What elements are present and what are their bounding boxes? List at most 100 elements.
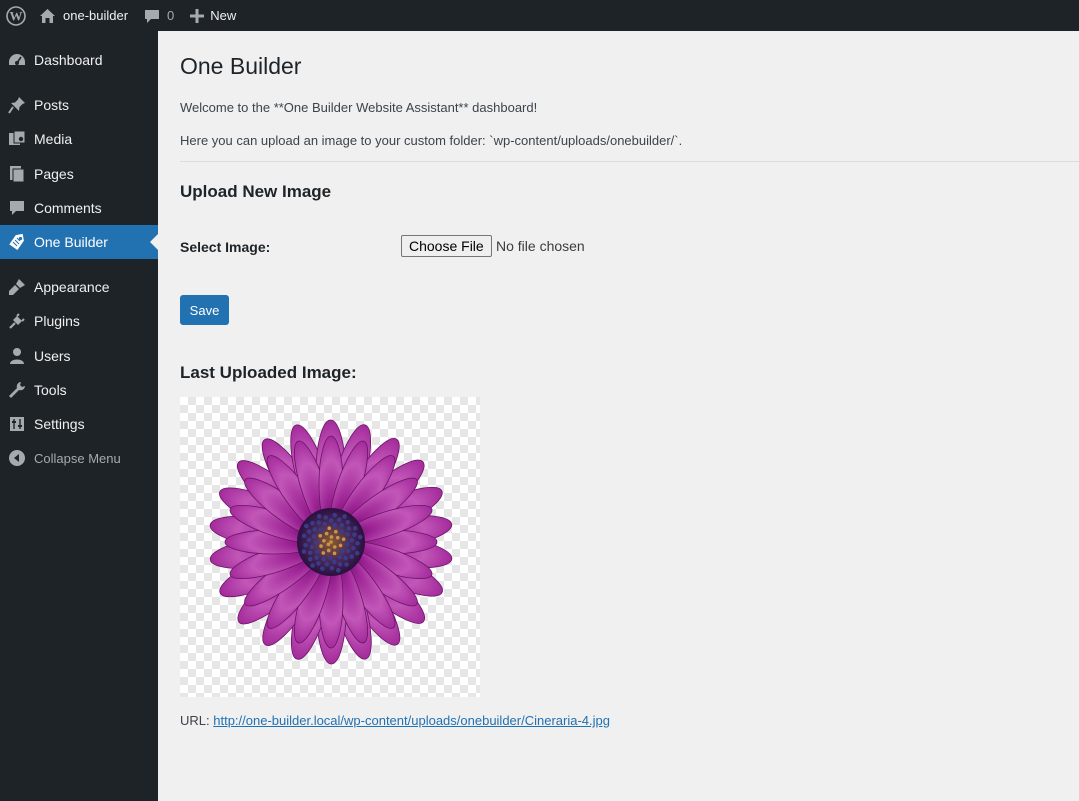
- comments-count: 0: [167, 8, 175, 23]
- floret: [344, 562, 349, 567]
- floret: [352, 532, 357, 538]
- floret: [318, 533, 323, 538]
- menu-item-media[interactable]: Media: [0, 122, 158, 156]
- floret: [327, 526, 332, 531]
- floret: [332, 522, 338, 528]
- image-url-link[interactable]: http://one-builder.local/wp-content/uplo…: [213, 713, 610, 728]
- svg-text:W: W: [9, 8, 22, 23]
- floret: [309, 544, 315, 550]
- floret: [303, 542, 308, 548]
- floret: [355, 541, 360, 546]
- floret: [314, 555, 319, 560]
- floret: [349, 554, 354, 559]
- floret: [301, 533, 307, 539]
- floret: [336, 517, 342, 522]
- pin-icon: [0, 88, 34, 122]
- floret: [304, 523, 309, 529]
- floret: [316, 520, 322, 525]
- floret: [339, 522, 345, 528]
- floret: [332, 559, 337, 565]
- wordpress-logo-icon[interactable]: W: [0, 0, 31, 31]
- floret: [319, 544, 323, 548]
- user-icon: [0, 339, 34, 373]
- plug-icon: [0, 304, 34, 338]
- floret: [349, 537, 355, 543]
- floret: [324, 562, 330, 567]
- menu-item-comments[interactable]: Comments: [0, 191, 158, 225]
- menu-item-posts[interactable]: Posts: [0, 88, 158, 122]
- comments-link[interactable]: 0: [136, 0, 182, 31]
- floret: [316, 514, 322, 519]
- floret: [345, 520, 351, 525]
- welcome-text: Welcome to the **One Builder Website Ass…: [180, 100, 538, 115]
- floret: [345, 548, 351, 554]
- menu-item-tools[interactable]: Tools: [0, 373, 158, 407]
- floret: [328, 518, 334, 523]
- menu-item-settings[interactable]: Settings: [0, 407, 158, 441]
- floret: [321, 556, 327, 562]
- brush-icon: [0, 270, 34, 304]
- collapse-menu-button[interactable]: Collapse Menu: [0, 441, 158, 475]
- save-button[interactable]: Save: [180, 295, 229, 325]
- home-icon: [39, 8, 56, 24]
- menu-item-users[interactable]: Users: [0, 339, 158, 373]
- floret: [323, 515, 329, 520]
- floret: [332, 512, 338, 518]
- floret: [334, 529, 338, 534]
- plus-icon: [190, 8, 205, 23]
- menu-item-dashboard[interactable]: Dashboard: [0, 43, 158, 77]
- menu-item-plugins[interactable]: Plugins: [0, 304, 158, 338]
- floret: [322, 538, 326, 543]
- comment-icon: [0, 191, 34, 225]
- floret: [301, 549, 307, 554]
- floret: [335, 535, 340, 540]
- site-name: one-builder: [63, 8, 129, 23]
- floret: [338, 543, 343, 548]
- divider: [180, 161, 1079, 162]
- page-title: One Builder: [180, 53, 302, 79]
- floret: [337, 561, 343, 567]
- floret: [346, 526, 352, 531]
- menu-item-pages[interactable]: Pages: [0, 157, 158, 191]
- floret: [342, 514, 347, 519]
- upload-instructions: Here you can upload an image to your cus…: [180, 133, 683, 148]
- choose-file-button[interactable]: Choose File: [401, 235, 492, 257]
- floret: [345, 532, 350, 537]
- floret: [329, 540, 333, 544]
- menu-item-appearance[interactable]: Appearance: [0, 270, 158, 304]
- main-content: One Builder Welcome to the **One Builder…: [158, 31, 1079, 801]
- floret: [341, 537, 346, 542]
- floret: [313, 540, 319, 545]
- floret: [344, 541, 350, 547]
- flower-image: [209, 419, 453, 665]
- admin-sidebar: Dashboard Posts Media Pages Comments One…: [0, 31, 158, 801]
- floret: [329, 535, 334, 539]
- new-content-link[interactable]: New: [182, 0, 244, 31]
- floret: [352, 526, 358, 531]
- floret: [314, 549, 320, 554]
- menu-item-one-builder[interactable]: One Builder: [0, 225, 158, 259]
- floret: [357, 534, 363, 540]
- floret: [327, 555, 333, 560]
- floret: [332, 551, 337, 556]
- floret: [326, 542, 331, 547]
- pages-icon: [0, 157, 34, 191]
- admin-bar: W one-builder 0 New: [0, 0, 1079, 31]
- floret: [312, 527, 318, 532]
- upload-heading: Upload New Image: [180, 182, 332, 201]
- floret: [307, 550, 313, 556]
- floret: [339, 548, 345, 554]
- floret: [332, 545, 337, 549]
- site-name-link[interactable]: one-builder: [31, 0, 136, 31]
- floret: [318, 527, 324, 532]
- media-icon: [0, 122, 34, 156]
- floret: [306, 529, 312, 534]
- collapse-icon: [0, 441, 34, 475]
- floret: [324, 531, 329, 536]
- floret: [329, 565, 335, 571]
- floret: [316, 561, 321, 566]
- floret: [322, 521, 327, 527]
- image-url-line: URL: http://one-builder.local/wp-content…: [180, 713, 610, 728]
- floret: [354, 550, 360, 556]
- floret: [310, 563, 315, 568]
